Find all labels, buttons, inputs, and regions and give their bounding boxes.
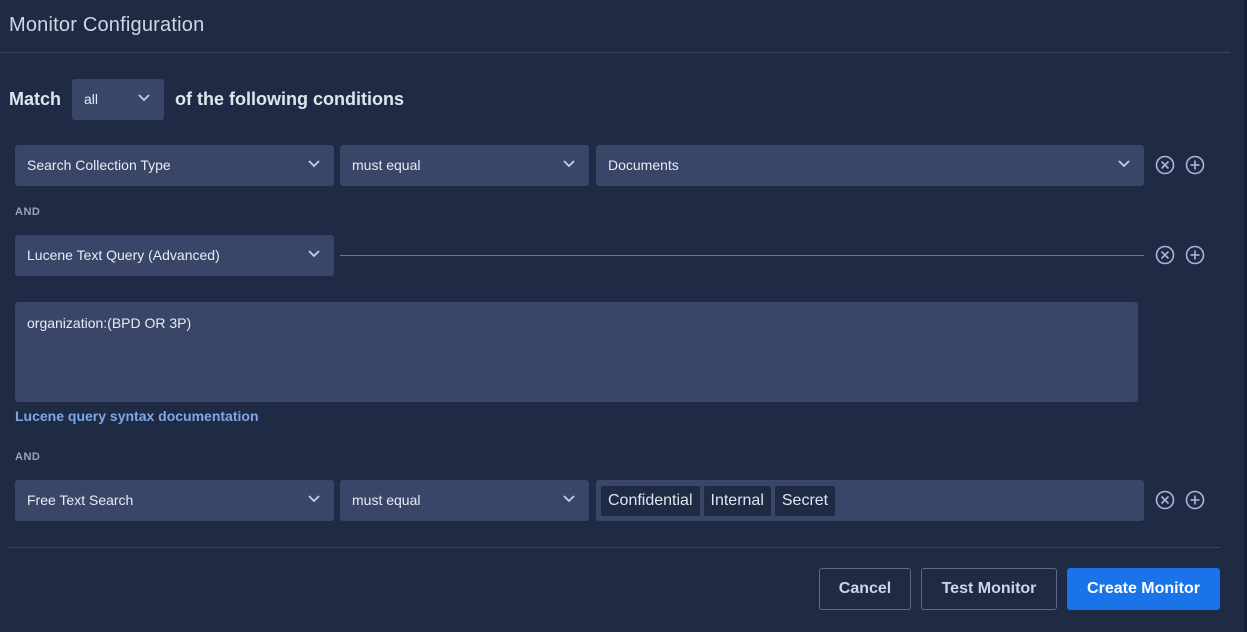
match-row: Match all of the following conditions <box>9 79 404 120</box>
lucene-query-textarea[interactable]: organization:(BPD OR 3P) <box>15 302 1138 402</box>
match-mode-value: all <box>84 91 99 107</box>
condition-2-field-select[interactable]: Lucene Text Query (Advanced) <box>15 235 334 276</box>
condition-2-divider <box>340 255 1144 256</box>
condition-1-value-select[interactable]: Documents <box>596 145 1144 186</box>
chevron-down-icon <box>563 495 575 503</box>
chevron-down-icon <box>1118 160 1130 168</box>
lucene-query-text: organization:(BPD OR 3P) <box>27 315 192 331</box>
condition-1-value: Documents <box>608 157 679 173</box>
tag-confidential[interactable]: Confidential <box>601 485 700 516</box>
monitor-configuration-page: Monitor Configuration Match all of the f… <box>0 0 1247 632</box>
match-label: Match <box>9 89 62 109</box>
condition-1-field-select[interactable]: Search Collection Type <box>15 145 334 186</box>
chevron-down-icon <box>308 495 320 503</box>
add-condition-2-plus-circle-icon[interactable] <box>1185 245 1205 265</box>
chevron-down-icon <box>138 94 150 102</box>
match-mode-select[interactable]: all <box>72 79 165 120</box>
add-condition-1-plus-circle-icon[interactable] <box>1185 155 1205 175</box>
cancel-button[interactable]: Cancel <box>819 568 911 610</box>
condition-2-field-value: Lucene Text Query (Advanced) <box>27 247 220 263</box>
condition-3-operator-value: must equal <box>352 492 421 508</box>
chevron-down-icon <box>563 160 575 168</box>
chevron-down-icon <box>308 160 320 168</box>
page-title: Monitor Configuration <box>9 14 205 36</box>
test-monitor-button[interactable]: Test Monitor <box>921 568 1057 610</box>
condition-1-operator-value: must equal <box>352 157 421 173</box>
create-monitor-button[interactable]: Create Monitor <box>1067 568 1220 610</box>
condition-3-operator-select[interactable]: must equal <box>340 480 589 521</box>
condition-3-field-value: Free Text Search <box>27 492 134 508</box>
condition-3-field-select[interactable]: Free Text Search <box>15 480 334 521</box>
tag-secret[interactable]: Secret <box>774 485 836 516</box>
and-joiner-2: AND <box>15 451 41 463</box>
footer-divider <box>9 547 1220 548</box>
remove-condition-2-close-circle-icon[interactable] <box>1155 245 1175 265</box>
chevron-down-icon <box>308 250 320 258</box>
condition-3-tags-input[interactable]: Confidential Internal Secret <box>596 480 1144 521</box>
and-joiner-1: AND <box>15 206 41 218</box>
add-condition-3-plus-circle-icon[interactable] <box>1185 490 1205 510</box>
condition-1-field-value: Search Collection Type <box>27 157 171 173</box>
lucene-docs-link[interactable]: Lucene query syntax documentation <box>15 408 259 424</box>
tag-internal[interactable]: Internal <box>703 485 771 516</box>
remove-condition-3-close-circle-icon[interactable] <box>1155 490 1175 510</box>
match-suffix: of the following conditions <box>175 89 404 109</box>
condition-1-operator-select[interactable]: must equal <box>340 145 589 186</box>
remove-condition-1-close-circle-icon[interactable] <box>1155 155 1175 175</box>
header: Monitor Configuration <box>0 0 1230 53</box>
